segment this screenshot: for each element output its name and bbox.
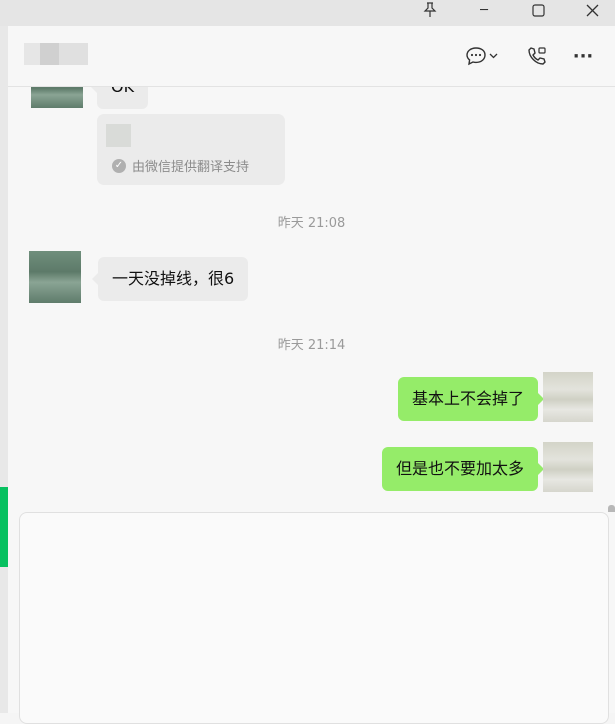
dropdown-icon[interactable] (486, 44, 500, 68)
chat-title-blurred (24, 43, 88, 65)
minimize-button[interactable]: ─ (464, 0, 504, 20)
avatar[interactable] (31, 87, 83, 108)
message-bubble[interactable]: OK (90, 87, 149, 109)
timestamp: 昨天 21:14 (277, 338, 346, 353)
scrollbar-thumb[interactable] (608, 505, 615, 512)
video-call-icon[interactable] (524, 44, 550, 68)
more-icon[interactable]: ··· (570, 44, 596, 68)
avatar[interactable] (543, 442, 593, 492)
chat-header: ··· (8, 26, 615, 87)
translation-thumbnail (106, 124, 131, 147)
message-text: OK (111, 87, 134, 96)
sidebar-edge (0, 26, 8, 713)
translation-card[interactable]: ✓ 由微信提供翻译支持 (97, 114, 285, 185)
window-titlebar: ─ (0, 0, 615, 26)
chat-panel: ··· OK ✓ 由微信提供翻译支持 昨天 21:08 一天没掉线，很6 昨天 … (8, 26, 615, 724)
close-button[interactable] (572, 0, 612, 20)
message-list[interactable]: OK ✓ 由微信提供翻译支持 昨天 21:08 一天没掉线，很6 昨天 21:1… (8, 87, 615, 512)
message-bubble[interactable]: 但是也不要加太多 (381, 447, 545, 491)
avatar[interactable] (29, 251, 81, 303)
pin-icon[interactable] (410, 0, 450, 20)
translation-note: ✓ 由微信提供翻译支持 (112, 156, 249, 175)
timestamp: 昨天 21:08 (277, 216, 346, 231)
message-bubble[interactable]: 基本上不会掉了 (397, 377, 545, 421)
translation-note-text: 由微信提供翻译支持 (132, 160, 250, 175)
maximize-button[interactable] (518, 0, 558, 20)
sidebar-active-indicator (0, 487, 8, 567)
message-bubble[interactable]: 一天没掉线，很6 (91, 257, 249, 301)
message-text: 一天没掉线，很6 (112, 269, 235, 288)
message-text: 但是也不要加太多 (395, 459, 524, 478)
check-icon: ✓ (112, 158, 126, 173)
message-text: 基本上不会掉了 (411, 389, 524, 408)
message-input[interactable] (19, 512, 609, 724)
avatar[interactable] (543, 372, 593, 422)
